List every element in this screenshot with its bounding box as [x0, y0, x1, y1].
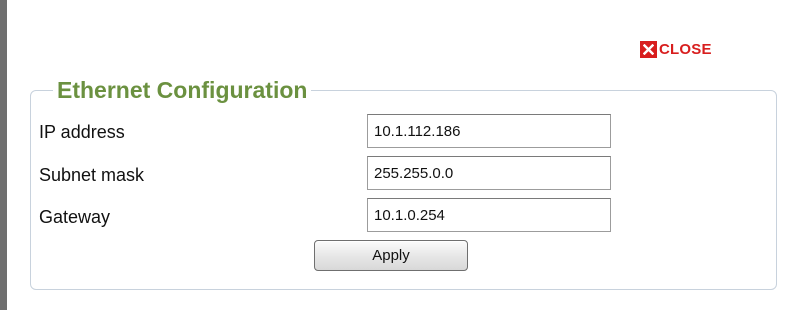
gateway-field[interactable]	[367, 198, 611, 232]
close-label[interactable]: CLOSE	[659, 41, 712, 58]
subnet-mask-label: Subnet mask	[39, 165, 145, 185]
left-edge-border	[0, 0, 7, 310]
close-icon[interactable]	[640, 40, 657, 58]
ip-address-field[interactable]	[367, 114, 611, 148]
ip-address-label: IP address	[39, 122, 125, 142]
subnet-mask-field[interactable]	[367, 156, 611, 190]
close-button[interactable]: CLOSE	[640, 39, 712, 59]
apply-button[interactable]: Apply	[314, 240, 468, 271]
panel-title: Ethernet Configuration	[53, 76, 312, 104]
gateway-label: Gateway	[39, 207, 111, 227]
ethernet-config-window: CLOSE Ethernet Configuration IP address …	[0, 0, 803, 325]
